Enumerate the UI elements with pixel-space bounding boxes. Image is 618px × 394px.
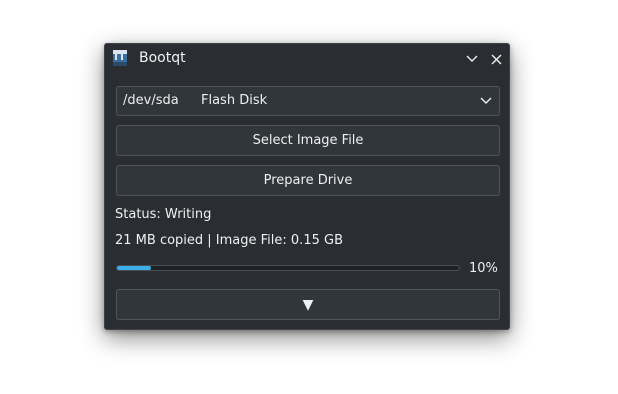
chevron-down-icon — [480, 97, 492, 104]
prepare-drive-button[interactable]: Prepare Drive — [116, 165, 500, 196]
close-button[interactable] — [487, 50, 505, 68]
device-select[interactable]: /dev/sda Flash Disk — [116, 86, 500, 116]
progress-percent-label: 10% — [469, 261, 498, 276]
minimize-button[interactable] — [463, 50, 481, 68]
bootqt-app-icon — [113, 50, 127, 66]
device-name: Flash Disk — [201, 93, 268, 108]
window-title: Bootqt — [139, 50, 186, 66]
chevron-down-icon — [466, 55, 478, 62]
triangle-down-icon: ▼ — [302, 296, 314, 313]
close-icon — [491, 54, 501, 64]
titlebar[interactable]: Bootqt — [105, 44, 509, 74]
expand-details-button[interactable]: ▼ — [116, 289, 500, 320]
progress-text: 21 MB copied | Image File: 0.15 GB — [115, 233, 343, 248]
app-window: Bootqt /dev/sda Flash Disk Select Image … — [104, 43, 510, 330]
status-text: Status: Writing — [115, 207, 212, 222]
select-image-button[interactable]: Select Image File — [116, 125, 500, 156]
progress-bar — [116, 265, 460, 271]
progress-bar-fill — [117, 266, 152, 270]
device-path: /dev/sda — [123, 93, 179, 108]
